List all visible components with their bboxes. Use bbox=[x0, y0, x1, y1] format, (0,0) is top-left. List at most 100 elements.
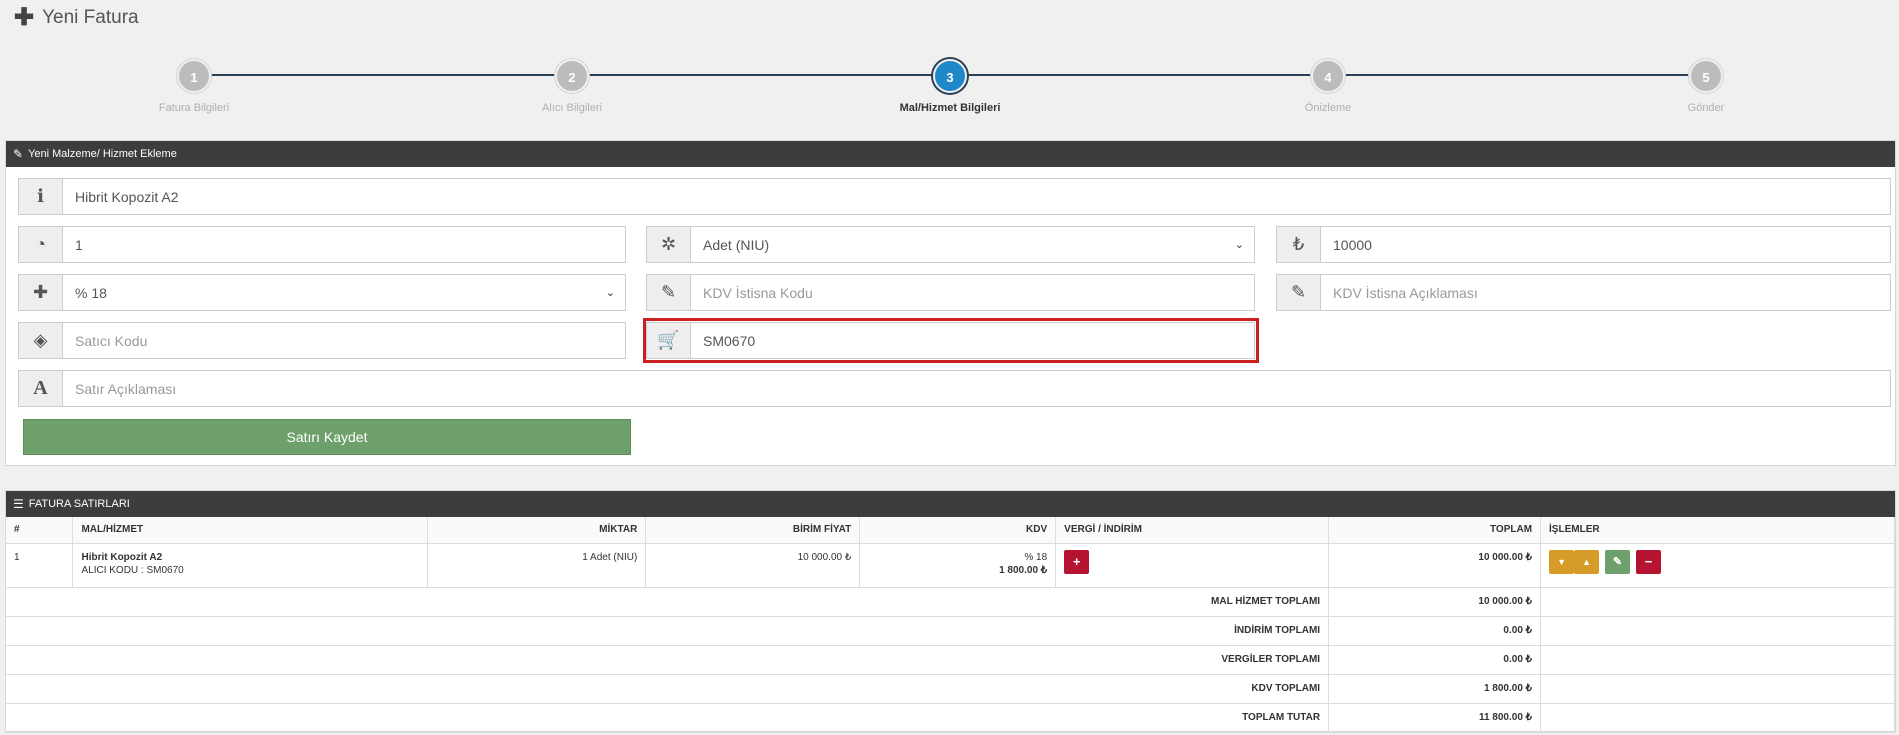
save-line-button[interactable]: Satırı Kaydet bbox=[23, 419, 631, 455]
move-up-button[interactable]: ▲ bbox=[1574, 549, 1600, 574]
col-qty: MİKTAR bbox=[427, 517, 647, 544]
tags-icon: ◈ bbox=[19, 323, 63, 358]
page-header: ✚ Yeni Fatura bbox=[14, 6, 139, 30]
panel-header: ☰ FATURA SATIRLARI bbox=[6, 491, 1895, 517]
vat-amount: 1 800.00 ₺ bbox=[999, 564, 1048, 576]
buyer-code-group: 🛒 SM0670 bbox=[646, 322, 1255, 359]
total-value: 0.00 ₺ bbox=[1328, 616, 1542, 646]
line-desc-input[interactable]: Satır Açıklaması bbox=[63, 371, 1890, 406]
product-name-group: ℹ Hibrit Kopozit A2 bbox=[18, 178, 1891, 215]
dashboard-icon: ◔ bbox=[19, 227, 63, 262]
quantity-group: ◔ 1 bbox=[18, 226, 626, 263]
row-qty: 1 Adet (NIU) bbox=[427, 543, 647, 588]
wizard-step-3[interactable]: 3 Mal/Hizmet Bilgileri bbox=[850, 59, 1050, 114]
step-number: 4 bbox=[1311, 59, 1345, 93]
edit-icon: ✎ bbox=[647, 275, 691, 310]
vat-rate-group: ✚ % 18 ⌄ bbox=[18, 274, 626, 311]
col-unit-price: BİRİM FİYAT bbox=[645, 517, 861, 544]
list-icon: ☰ bbox=[13, 497, 24, 511]
page-title: Yeni Fatura bbox=[42, 7, 139, 28]
step-number: 5 bbox=[1689, 59, 1723, 93]
wizard-step-1[interactable]: 1 Fatura Bilgileri bbox=[94, 59, 294, 114]
total-value: 1 800.00 ₺ bbox=[1328, 674, 1542, 704]
col-item: MAL/HİZMET bbox=[72, 517, 429, 544]
total-row: VERGİLER TOPLAMI 0.00 ₺ bbox=[6, 645, 1895, 675]
vat-exemption-code-group: ✎ KDV İstisna Kodu bbox=[646, 274, 1255, 311]
item-code: ALICI KODU : SM0670 bbox=[81, 564, 184, 576]
total-label: TOPLAM TUTAR bbox=[6, 703, 1330, 733]
step-number: 3 bbox=[933, 59, 967, 93]
row-total: 10 000.00 ₺ bbox=[1328, 543, 1542, 588]
unit-select[interactable]: Adet (NIU) ⌄ bbox=[691, 227, 1254, 262]
total-value: 11 800.00 ₺ bbox=[1328, 703, 1542, 733]
col-tax-discount: VERGİ / İNDİRİM bbox=[1055, 517, 1330, 544]
unit-price-input[interactable]: 10000 bbox=[1321, 227, 1890, 262]
row-unit-price: 10 000.00 ₺ bbox=[645, 543, 861, 588]
total-row: İNDİRİM TOPLAMI 0.00 ₺ bbox=[6, 616, 1895, 646]
step-label: Alıcı Bilgileri bbox=[542, 102, 602, 114]
move-down-button[interactable]: ▼ bbox=[1549, 549, 1575, 574]
delete-row-button[interactable]: − bbox=[1636, 549, 1662, 574]
lira-icon: ₺ bbox=[1277, 227, 1321, 262]
seller-code-group: ◈ Satıcı Kodu bbox=[18, 322, 626, 359]
vat-exemption-code-input[interactable]: KDV İstisna Kodu bbox=[691, 275, 1254, 310]
edit-icon: ✎ bbox=[13, 147, 24, 161]
wizard-step-2[interactable]: 2 Alıcı Bilgileri bbox=[472, 59, 672, 114]
unit-value: Adet (NIU) bbox=[703, 236, 770, 253]
total-row: KDV TOPLAMI 1 800.00 ₺ bbox=[6, 674, 1895, 704]
font-icon: A bbox=[19, 371, 63, 406]
wizard-step-4[interactable]: 4 Önizleme bbox=[1228, 59, 1428, 114]
col-total: TOPLAM bbox=[1328, 517, 1542, 544]
vat-rate-value: % 18 bbox=[75, 284, 107, 301]
table-header-row: # MAL/HİZMET MİKTAR BİRİM FİYAT KDV VERG… bbox=[6, 517, 1895, 544]
add-item-panel: ✎ Yeni Malzeme/ Hizmet Ekleme ℹ Hibrit K… bbox=[5, 140, 1896, 466]
line-desc-group: A Satır Açıklaması bbox=[18, 370, 1891, 407]
total-label: İNDİRİM TOPLAMI bbox=[6, 616, 1330, 646]
edit-row-button[interactable]: ✎ bbox=[1605, 549, 1631, 574]
col-vat: KDV bbox=[859, 517, 1057, 544]
panel-header: ✎ Yeni Malzeme/ Hizmet Ekleme bbox=[6, 141, 1895, 167]
total-row: MAL HİZMET TOPLAMI 10 000.00 ₺ bbox=[6, 587, 1895, 617]
invoice-lines-panel: ☰ FATURA SATIRLARI # MAL/HİZMET MİKTAR B… bbox=[5, 490, 1896, 733]
step-label: Fatura Bilgileri bbox=[158, 102, 230, 114]
plus-icon: ✚ bbox=[14, 4, 35, 31]
row-no: 1 bbox=[6, 543, 74, 588]
item-name: Hibrit Kopozit A2 bbox=[81, 551, 163, 563]
vat-exemption-desc-group: ✎ KDV İstisna Açıklaması bbox=[1276, 274, 1891, 311]
quantity-input[interactable]: 1 bbox=[63, 227, 625, 262]
wizard-steps: 1 Fatura Bilgileri 2 Alıcı Bilgileri 3 M… bbox=[0, 55, 1899, 115]
unit-group: ✲ Adet (NIU) ⌄ bbox=[646, 226, 1255, 263]
row-vat: % 18 1 800.00 ₺ bbox=[859, 543, 1057, 588]
total-value: 0.00 ₺ bbox=[1328, 645, 1542, 675]
buyer-code-input[interactable]: SM0670 bbox=[691, 323, 1254, 358]
total-row: TOPLAM TUTAR 11 800.00 ₺ bbox=[6, 703, 1895, 733]
step-label: Mal/Hizmet Bilgileri bbox=[899, 102, 1001, 114]
step-number: 1 bbox=[177, 59, 211, 93]
chevron-down-icon: ⌄ bbox=[605, 287, 615, 299]
plus-icon: ✚ bbox=[19, 275, 63, 310]
product-name-input[interactable]: Hibrit Kopozit A2 bbox=[63, 179, 1890, 214]
seller-code-input[interactable]: Satıcı Kodu bbox=[63, 323, 625, 358]
total-value: 10 000.00 ₺ bbox=[1328, 587, 1542, 617]
gear-icon: ✲ bbox=[647, 227, 691, 262]
chevron-down-icon: ⌄ bbox=[1234, 239, 1244, 251]
total-label: KDV TOPLAMI bbox=[6, 674, 1330, 704]
vat-rate-select[interactable]: % 18 ⌄ bbox=[63, 275, 625, 310]
table-row: 1 Hibrit Kopozit A2 ALICI KODU : SM0670 … bbox=[6, 543, 1895, 588]
vat-rate: % 18 bbox=[1024, 551, 1048, 563]
edit-icon: ✎ bbox=[1277, 275, 1321, 310]
unit-price-group: ₺ 10000 bbox=[1276, 226, 1891, 263]
panel-title: Yeni Malzeme/ Hizmet Ekleme bbox=[28, 148, 177, 160]
col-no: # bbox=[6, 517, 74, 544]
add-tax-button[interactable]: + bbox=[1064, 549, 1090, 574]
invoice-lines-table: # MAL/HİZMET MİKTAR BİRİM FİYAT KDV VERG… bbox=[6, 517, 1895, 733]
row-tax-discount: + bbox=[1055, 543, 1330, 588]
step-number: 2 bbox=[555, 59, 589, 93]
vat-exemption-desc-input[interactable]: KDV İstisna Açıklaması bbox=[1321, 275, 1890, 310]
cart-icon: 🛒 bbox=[647, 323, 691, 358]
wizard-step-5[interactable]: 5 Gönder bbox=[1606, 59, 1806, 114]
info-icon: ℹ bbox=[19, 179, 63, 214]
row-item: Hibrit Kopozit A2 ALICI KODU : SM0670 bbox=[72, 543, 429, 588]
panel-title: FATURA SATIRLARI bbox=[28, 498, 130, 510]
row-actions: ▼ ▲ ✎ − bbox=[1540, 543, 1895, 588]
